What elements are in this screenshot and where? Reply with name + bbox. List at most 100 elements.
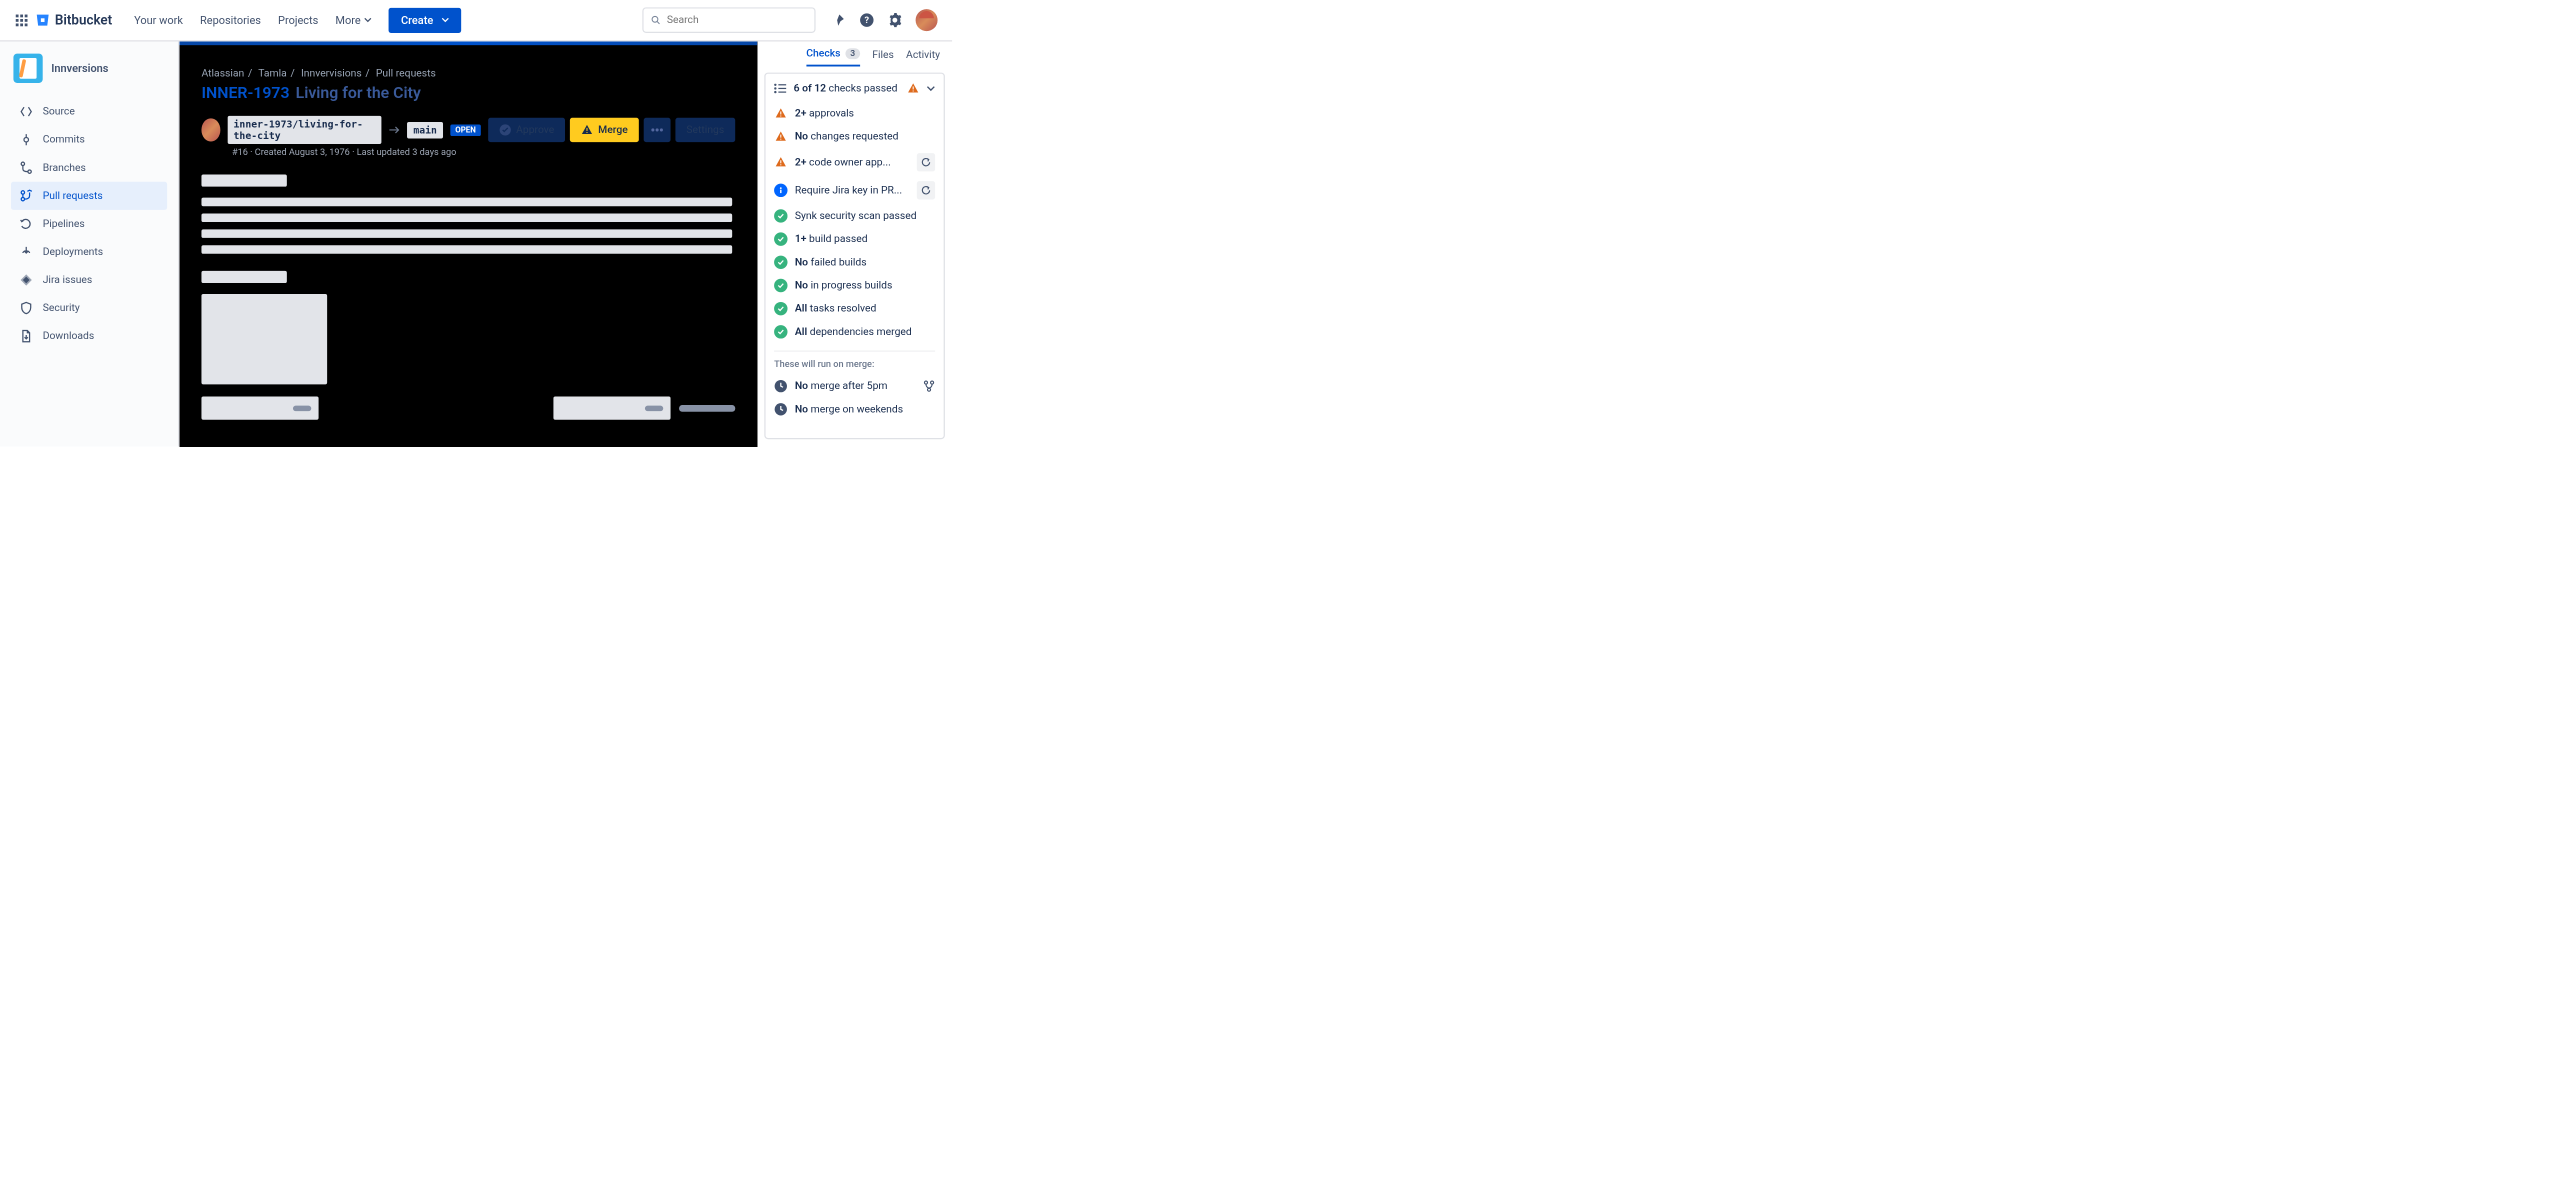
check-item[interactable]: No failed builds (774, 251, 935, 274)
search-input-wrapper[interactable] (642, 7, 815, 33)
sidebar-item-label: Security (43, 302, 80, 314)
clock-icon (774, 403, 787, 416)
pass-icon (774, 256, 787, 269)
tab-checks[interactable]: Checks3 (806, 48, 860, 67)
project-header[interactable]: Innversions (11, 54, 167, 83)
sidebar-item-commits[interactable]: Commits (11, 126, 167, 154)
check-text: No changes requested (795, 131, 935, 143)
info-icon (774, 184, 787, 197)
sidebar-item-downloads[interactable]: Downloads (11, 322, 167, 350)
source-branch-chip[interactable]: inner-1973/living-for-the-city (227, 116, 381, 144)
svg-text:?: ? (865, 16, 870, 26)
check-item[interactable]: All dependencies merged (774, 320, 935, 343)
help-icon[interactable]: ? (859, 13, 874, 28)
sidebar-item-pipelines[interactable]: Pipelines (11, 210, 167, 238)
pr-side-panel: Checks3 Files Activity 6 of 12 checks pa… (757, 41, 952, 446)
commits-icon (20, 133, 33, 146)
pass-icon (774, 302, 787, 315)
sidebar-item-pull-requests[interactable]: Pull requests (11, 182, 167, 210)
breadcrumbs: Atlassian/ Tamla/ Innvervisions/ Pull re… (201, 67, 735, 79)
retry-button[interactable] (917, 153, 935, 171)
crumb-project[interactable]: Tamla (258, 67, 287, 79)
create-button[interactable]: Create (389, 8, 462, 33)
sidebar-item-source[interactable]: Source (11, 98, 167, 126)
warn-icon (774, 130, 787, 143)
search-input[interactable] (667, 14, 807, 26)
merge-check-item[interactable]: No merge on weekends (774, 398, 935, 421)
check-text: Synk security scan passed (795, 210, 935, 222)
check-text: 2+ approvals (795, 107, 935, 119)
warning-icon (581, 124, 593, 136)
ellipsis-icon (651, 128, 663, 132)
check-text: No failed builds (795, 256, 935, 268)
pr-attachments-placeholder (201, 271, 735, 384)
tab-activity[interactable]: Activity (906, 48, 940, 65)
checks-count-badge: 3 (845, 48, 860, 59)
sidebar-item-security[interactable]: Security (11, 294, 167, 322)
nav-projects[interactable]: Projects (278, 14, 318, 27)
warn-icon (774, 156, 787, 169)
user-avatar[interactable] (916, 9, 938, 31)
check-item[interactable]: All tasks resolved (774, 297, 935, 320)
nav-repositories[interactable]: Repositories (200, 14, 261, 27)
check-item[interactable]: 1+ build passed (774, 228, 935, 251)
app-switcher-icon[interactable] (15, 13, 28, 26)
pr-settings-button[interactable]: Settings (675, 118, 735, 142)
merge-button[interactable]: Merge (570, 118, 639, 142)
check-text: No merge after 5pm (795, 380, 916, 392)
sidebar-item-deployments[interactable]: Deployments (11, 238, 167, 266)
dest-branch-chip[interactable]: main (407, 122, 443, 138)
crumb-section[interactable]: Pull requests (376, 67, 436, 79)
sidebar-item-jira-issues[interactable]: Jira issues (11, 266, 167, 294)
check-text: All dependencies merged (795, 326, 935, 338)
check-item[interactable]: No changes requested (774, 125, 935, 148)
arrow-icon (389, 126, 400, 135)
search-icon (651, 15, 661, 26)
security-icon (20, 301, 33, 314)
checks-summary[interactable]: 6 of 12 checks passed (774, 82, 935, 102)
top-navigation: Bitbucket Your work Repositories Project… (0, 0, 952, 41)
check-circle-icon (499, 124, 511, 136)
brand-logo[interactable]: Bitbucket (35, 13, 112, 28)
tab-files[interactable]: Files (872, 48, 894, 65)
pass-icon (774, 279, 787, 292)
pass-icon (774, 209, 787, 222)
clock-icon (774, 379, 787, 392)
check-item[interactable]: Require Jira key in PR... (774, 176, 935, 204)
check-item[interactable]: 2+ code owner app... (774, 148, 935, 176)
crumb-repo[interactable]: Innvervisions (301, 67, 362, 79)
on-merge-heading: These will run on merge: (774, 359, 935, 370)
sidebar-item-branches[interactable]: Branches (11, 154, 167, 182)
pull-requests-icon (20, 189, 33, 202)
sidebar-item-label: Branches (43, 162, 86, 174)
author-avatar[interactable] (201, 118, 220, 141)
notifications-icon[interactable] (833, 13, 846, 26)
branch-icon[interactable] (923, 380, 935, 392)
pr-bottom-placeholder (201, 397, 735, 420)
retry-button[interactable] (917, 181, 935, 199)
pr-key[interactable]: INNER-1973 (201, 84, 289, 102)
warn-icon (774, 107, 787, 120)
check-item[interactable]: 2+ approvals (774, 102, 935, 125)
pass-icon (774, 232, 787, 245)
nav-your-work[interactable]: Your work (134, 14, 183, 27)
more-actions-button[interactable] (644, 118, 671, 142)
pipelines-icon (20, 217, 33, 230)
check-item[interactable]: No in progress builds (774, 274, 935, 297)
check-text: No merge on weekends (795, 403, 935, 415)
merge-check-item[interactable]: No merge after 5pm (774, 375, 935, 398)
list-icon (774, 84, 786, 94)
check-item[interactable]: Synk security scan passed (774, 204, 935, 227)
settings-icon[interactable] (888, 13, 903, 28)
crumb-org[interactable]: Atlassian (201, 67, 244, 79)
check-text: No in progress builds (795, 279, 935, 291)
approve-button[interactable]: Approve (488, 118, 565, 142)
project-icon (13, 54, 42, 83)
pass-icon (774, 325, 787, 338)
nav-more[interactable]: More (335, 14, 371, 27)
project-title: Innversions (51, 62, 108, 75)
pr-title-text: Living for the City (295, 84, 420, 102)
jira-issues-icon (20, 273, 33, 286)
chevron-down-icon[interactable] (927, 86, 936, 91)
chevron-down-icon (442, 18, 449, 23)
